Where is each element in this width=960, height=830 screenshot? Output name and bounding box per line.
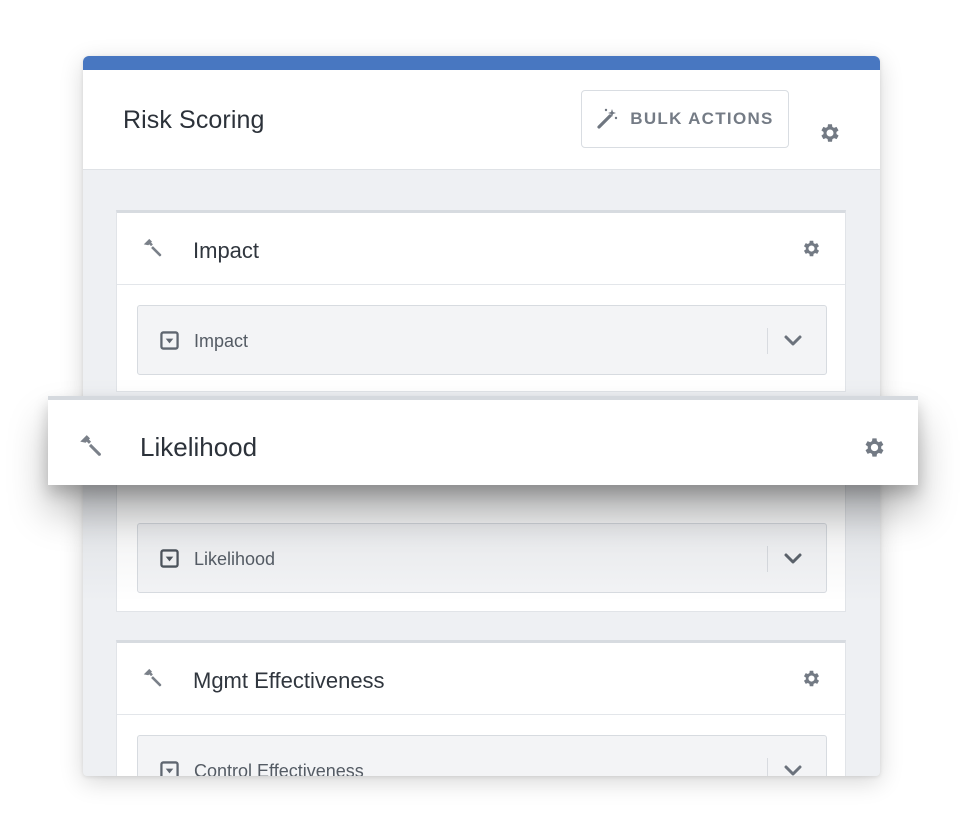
panel-accent-bar bbox=[83, 56, 880, 70]
select-divider bbox=[767, 546, 768, 572]
control-effectiveness-select[interactable]: Control Effectiveness bbox=[137, 735, 827, 776]
hammer-icon[interactable] bbox=[141, 667, 163, 689]
likelihood-select[interactable]: Likelihood bbox=[137, 523, 827, 593]
scoring-card-mgmt-effectiveness: Mgmt Effectiveness Control Effectiveness bbox=[116, 640, 846, 776]
select-value: Likelihood bbox=[194, 549, 276, 569]
card-header: Mgmt Effectiveness bbox=[117, 643, 845, 715]
chevron-down-icon[interactable] bbox=[783, 551, 803, 567]
select-value: Control Effectiveness bbox=[194, 761, 364, 776]
dropdown-square-icon bbox=[160, 549, 179, 568]
bulk-actions-label: BULK ACTIONS bbox=[630, 109, 774, 128]
screen: Risk Scoring BULK ACTIONS Impact Impact … bbox=[0, 0, 960, 830]
gear-icon[interactable] bbox=[801, 668, 822, 689]
gear-icon[interactable] bbox=[801, 238, 822, 259]
dropdown-square-icon bbox=[160, 761, 179, 776]
card-title: Impact bbox=[193, 238, 260, 263]
hammer-icon[interactable] bbox=[77, 433, 103, 459]
scoring-card-impact: Impact Impact bbox=[116, 210, 846, 392]
gear-icon[interactable] bbox=[818, 121, 842, 145]
card-title: Likelihood bbox=[140, 432, 258, 462]
panel-header: Risk Scoring BULK ACTIONS bbox=[83, 70, 880, 170]
chevron-down-icon[interactable] bbox=[783, 333, 803, 349]
gear-icon[interactable] bbox=[862, 435, 887, 460]
dropdown-square-icon bbox=[160, 331, 179, 350]
chevron-down-icon[interactable] bbox=[783, 763, 803, 776]
select-value: Impact bbox=[194, 331, 249, 351]
select-divider bbox=[767, 758, 768, 776]
card-title: Mgmt Effectiveness bbox=[193, 668, 385, 693]
select-divider bbox=[767, 328, 768, 354]
page-title: Risk Scoring bbox=[123, 106, 265, 134]
card-header: Impact bbox=[117, 213, 845, 285]
dragged-card-header[interactable]: Likelihood bbox=[48, 396, 918, 485]
bulk-actions-button[interactable]: BULK ACTIONS bbox=[581, 90, 789, 148]
magic-wand-icon bbox=[597, 108, 618, 129]
hammer-icon[interactable] bbox=[141, 237, 163, 259]
impact-select[interactable]: Impact bbox=[137, 305, 827, 375]
